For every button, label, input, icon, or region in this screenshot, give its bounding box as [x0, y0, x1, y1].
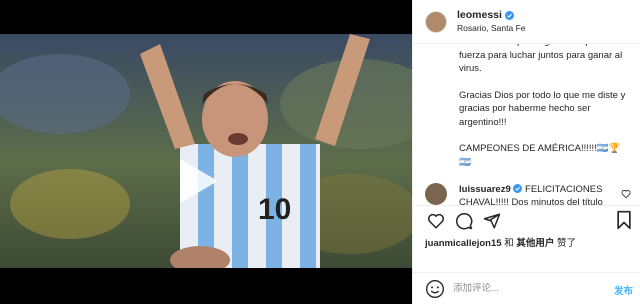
post-caption: esta felicidad para agarrar un poco de f…	[459, 35, 629, 169]
post-comment-button[interactable]: 发布	[614, 283, 633, 297]
share-icon	[483, 213, 501, 228]
comment-button[interactable]	[453, 210, 475, 232]
like-button[interactable]	[425, 210, 447, 232]
video-frame: 10	[0, 34, 412, 268]
svg-text:10: 10	[258, 193, 291, 226]
verified-badge-icon	[504, 10, 514, 20]
post-header: leomessi Rosario, Santa Fe	[413, 0, 640, 44]
media-pane: 10	[0, 0, 412, 304]
play-icon[interactable]	[180, 159, 218, 203]
post-location[interactable]: Rosario, Santa Fe	[457, 22, 526, 35]
caption-paragraph: Gracias Dios por todo lo que me diste y …	[459, 89, 626, 128]
comments-list: esta felicidad para agarrar un poco de f…	[413, 35, 640, 205]
liker-username[interactable]: juanmicallejon15	[425, 238, 502, 249]
emoji-icon[interactable]	[425, 279, 445, 299]
commenter-avatar[interactable]	[425, 183, 447, 205]
author-avatar[interactable]	[425, 10, 447, 33]
video-player[interactable]: 10	[0, 34, 412, 268]
post-panel: esta felicidad para agarrar un poco de f…	[412, 0, 640, 304]
heart-icon	[427, 213, 445, 229]
verified-badge-icon	[513, 184, 523, 193]
likes-suffix: 赞了	[557, 238, 577, 249]
save-icon	[617, 210, 631, 230]
comment-like-heart-icon[interactable]	[621, 189, 631, 199]
comment-composer: 发布	[413, 272, 640, 304]
comment-icon	[456, 212, 473, 229]
caption-paragraph: CAMPEONES DE AMÉRICA!!!!!!🇦🇷🏆🇦🇷	[459, 143, 621, 168]
author-username[interactable]: leomessi	[457, 9, 502, 22]
post-modal: 10 fuerza para luchar juntos para ganar …	[0, 0, 640, 304]
likes-summary: juanmicallejon15 和 其他用户 赞了	[425, 235, 576, 249]
commenter-username[interactable]: luissuarez9	[459, 184, 511, 195]
action-bar	[413, 205, 640, 235]
likes-connector: 和	[504, 238, 514, 249]
comment-input[interactable]	[453, 283, 603, 294]
share-button[interactable]	[481, 210, 503, 232]
save-button[interactable]	[615, 210, 633, 235]
likes-others-link[interactable]: 其他用户	[516, 238, 554, 249]
